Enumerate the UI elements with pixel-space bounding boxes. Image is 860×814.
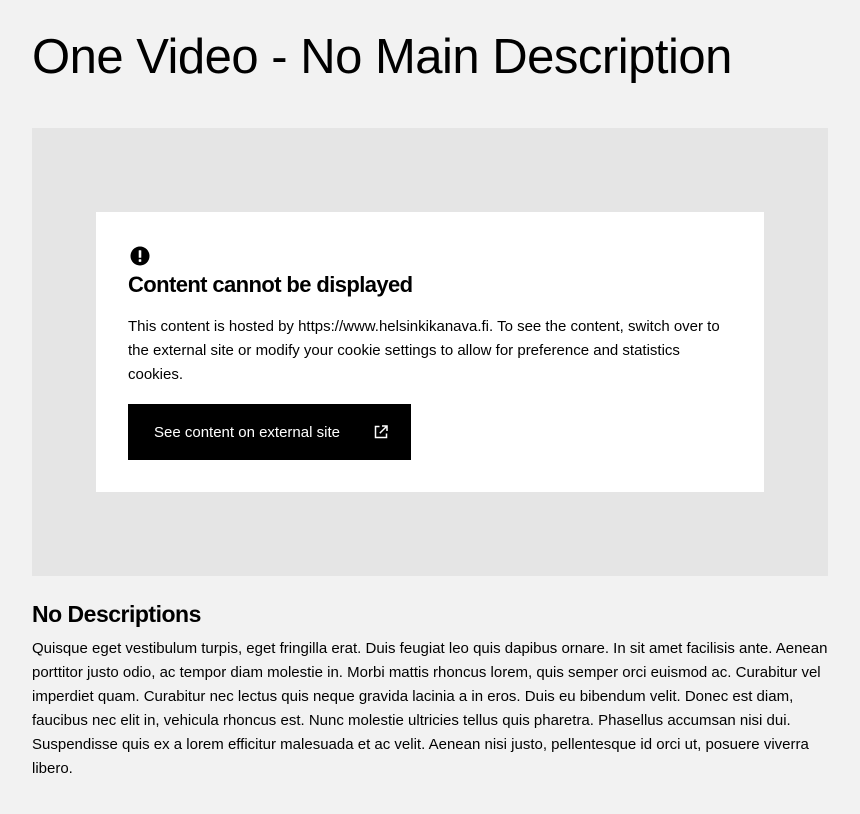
page-title: One Video - No Main Description [32, 30, 732, 84]
section-body-text: Quisque eget vestibulum turpis, eget fri… [32, 640, 828, 777]
exclamation-circle-icon [130, 246, 150, 266]
notice-heading: Content cannot be displayed [128, 272, 413, 297]
button-label: See content on external site [154, 423, 340, 441]
notice-text: This content is hosted by https://www.he… [128, 318, 720, 383]
cookie-consent-notice: Content cannot be displayed This content… [96, 212, 764, 492]
see-content-external-site-button[interactable]: See content on external site [128, 404, 411, 460]
page: One Video - No Main Description Content … [0, 0, 860, 814]
external-link-icon [373, 424, 389, 440]
video-placeholder: Content cannot be displayed This content… [32, 128, 828, 576]
section-heading: No Descriptions [32, 601, 201, 627]
